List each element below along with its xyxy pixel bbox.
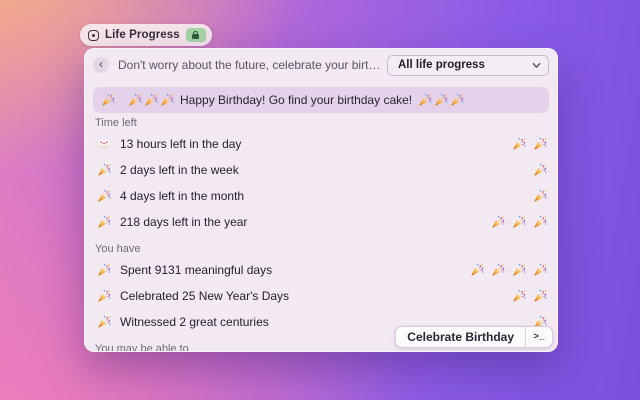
party-popper-icon: [533, 163, 547, 177]
row-text: Witnessed 2 great centuries: [120, 315, 269, 329]
banner-poppers-right: [418, 93, 464, 107]
party-popper-icon: [512, 289, 526, 303]
row-text: Spent 9131 meaningful days: [120, 263, 273, 277]
progress-row[interactable]: 13 hours left in the day: [93, 131, 549, 157]
party-popper-icon: [470, 263, 484, 277]
happy-birthday-banner: Happy Birthday! Go find your birthday ca…: [93, 87, 549, 113]
section-label: Time left: [95, 117, 137, 129]
back-button[interactable]: ‹: [93, 57, 109, 73]
party-popper-icon: [512, 137, 526, 151]
lock-badge: [185, 28, 206, 42]
celebrate-split-button: Celebrate Birthday >_: [395, 326, 553, 348]
window-header: ‹ Don't worry about the future, celebrat…: [85, 49, 557, 81]
party-popper-icon: [450, 93, 464, 107]
desktop-background: { "tab": { "app_label": "Life Progress",…: [0, 0, 640, 400]
row-poppers: [512, 137, 547, 151]
party-popper-icon: [533, 289, 547, 303]
party-popper-icon: [128, 93, 142, 107]
party-popper-icon: [160, 93, 174, 107]
banner-poppers-left: [101, 93, 174, 107]
row-poppers: [533, 189, 547, 203]
party-popper-icon: [418, 93, 432, 107]
party-popper-icon: [512, 215, 526, 229]
row-poppers: [533, 163, 547, 177]
app-tab[interactable]: Life Progress: [80, 24, 212, 46]
party-popper-icon: [97, 263, 111, 277]
row-poppers: [470, 263, 547, 277]
party-popper-icon: [97, 289, 111, 303]
row-text: 4 days left in the month: [120, 189, 245, 203]
terminal-prompt-button[interactable]: >_: [526, 327, 552, 347]
party-popper-icon: [97, 215, 111, 229]
dropdown-selected-value: All life progress: [398, 59, 485, 71]
birthday-cake-icon: [97, 137, 111, 151]
app-icon: [88, 29, 99, 41]
progress-row[interactable]: Spent 9131 meaningful days: [93, 257, 549, 283]
party-popper-icon: [97, 189, 111, 203]
back-chevron-icon: ‹: [99, 57, 103, 71]
party-popper-icon: [434, 93, 448, 107]
row-text: 218 days left in the year: [120, 215, 248, 229]
party-popper-icon: [512, 263, 526, 277]
party-popper-icon: [491, 263, 505, 277]
row-poppers: [491, 215, 547, 229]
party-popper-icon: [533, 263, 547, 277]
progress-row[interactable]: 218 days left in the year: [93, 209, 549, 235]
progress-row[interactable]: Celebrated 25 New Year's Days: [93, 283, 549, 309]
celebrate-birthday-button[interactable]: Celebrate Birthday: [396, 327, 525, 347]
banner-text: Happy Birthday! Go find your birthday ca…: [180, 93, 413, 107]
app-window: ‹ Don't worry about the future, celebrat…: [84, 48, 558, 352]
progress-row[interactable]: 4 days left in the month: [93, 183, 549, 209]
party-popper-icon: [101, 93, 115, 107]
row-text: 2 days left in the week: [120, 163, 239, 177]
party-popper-icon: [533, 189, 547, 203]
section-label: You have: [95, 243, 141, 255]
section-list: Time left 13 hours left in the day 2 days …: [85, 117, 557, 351]
chevron-down-icon: [532, 61, 541, 70]
party-popper-icon: [491, 215, 505, 229]
app-tab-label: Life Progress: [105, 29, 180, 41]
row-poppers: [512, 289, 547, 303]
row-text: 13 hours left in the day: [120, 137, 242, 151]
party-popper-icon: [97, 163, 111, 177]
row-text: Celebrated 25 New Year's Days: [120, 289, 290, 303]
party-popper-icon: [144, 93, 158, 107]
party-popper-icon: [533, 137, 547, 151]
party-popper-icon: [97, 315, 111, 329]
progress-filter-dropdown[interactable]: All life progress: [387, 54, 549, 76]
window-title: Don't worry about the future, celebrate …: [118, 58, 387, 72]
party-popper-icon: [533, 215, 547, 229]
progress-row[interactable]: 2 days left in the week: [93, 157, 549, 183]
